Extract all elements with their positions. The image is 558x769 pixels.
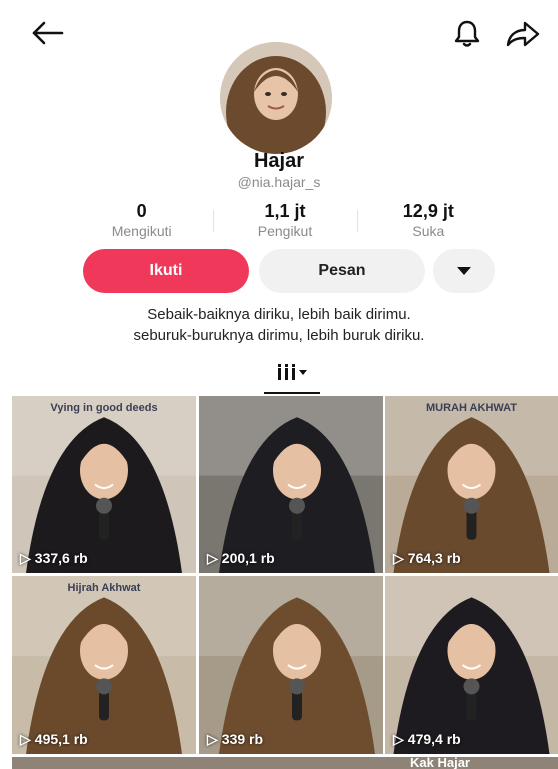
stat-value: 0 (136, 201, 147, 221)
view-count-text: 337,6 rb (34, 550, 88, 566)
video-thumbnail[interactable]: ▷ 339 rb (199, 576, 383, 754)
arrow-left-icon[interactable] (30, 18, 66, 48)
thumbnail-image (12, 396, 196, 573)
profile-name: Hajar (253, 150, 305, 172)
message-button[interactable]: Pesan (259, 249, 425, 293)
view-count: ▷ 337,6 rb (20, 550, 88, 567)
view-count-text: 764,3 rb (407, 550, 461, 566)
next-row-peek: Kak Hajar (12, 757, 558, 769)
stat-following[interactable]: 0 Mengikuti (70, 200, 213, 244)
thumbnail-scene-text: Vying in good deeds (50, 402, 158, 414)
video-thumbnail[interactable]: ▷ 200,1 rb (199, 396, 383, 573)
thumbnail-image (385, 396, 558, 573)
thumbnail-image (385, 576, 558, 754)
view-count: ▷ 339 rb (207, 731, 263, 748)
follow-button[interactable]: Ikuti (83, 249, 249, 293)
peek-text: Kak Hajar (410, 757, 470, 769)
stat-value: 1,1 jt (264, 201, 306, 221)
stat-followers[interactable]: 1,1 jt Pengikut (213, 200, 356, 244)
avatar[interactable] (220, 42, 332, 154)
play-icon: ▷ (393, 731, 404, 747)
stat-likes[interactable]: 12,9 jt Suka (356, 200, 500, 244)
view-count-text: 495,1 rb (34, 731, 88, 747)
profile-handle: @nia.hajar_s (237, 174, 321, 190)
bell-icon[interactable] (452, 18, 482, 48)
stats-row: 0 Mengikuti 1,1 jt Pengikut 12,9 jt Suka (70, 200, 500, 244)
stat-label: Mengikuti (111, 223, 172, 239)
bio-line: seburuk-buruknya dirimu, lebih buruk dir… (133, 327, 425, 344)
thumbnail-image (199, 576, 383, 754)
play-icon: ▷ (393, 550, 404, 566)
view-count: ▷ 764,3 rb (393, 550, 461, 567)
caret-down-icon (457, 267, 471, 275)
thumbnail-image (199, 396, 383, 573)
video-thumbnail[interactable]: ▷ 479,4 rb (385, 576, 558, 754)
grid-columns-icon[interactable] (268, 358, 318, 386)
content-tabs (0, 354, 558, 394)
stat-label: Suka (412, 223, 445, 239)
share-arrow-icon[interactable] (506, 20, 540, 48)
view-count-text: 479,4 rb (407, 731, 461, 747)
view-count-text: 200,1 rb (221, 550, 275, 566)
play-icon: ▷ (207, 731, 218, 747)
thumbnail-image (12, 576, 196, 754)
thumbnail-scene-text: MURAH AKHWAT (425, 402, 518, 414)
tab-underline (264, 392, 320, 394)
thumbnail-scene-text: Hijrah Akhwat (67, 582, 141, 594)
view-count-text: 339 rb (221, 731, 264, 747)
avatar-image (220, 42, 332, 154)
profile-bio: Sebaik-baiknya diriku, lebih baik dirimu… (0, 304, 558, 346)
video-thumbnail[interactable]: MURAH AKHWAT ▷ 764,3 rb (385, 396, 558, 573)
more-button[interactable] (433, 249, 495, 293)
play-icon: ▷ (20, 550, 31, 566)
video-thumbnail[interactable]: Hijrah Akhwat ▷ 495,1 rb (12, 576, 196, 754)
view-count: ▷ 200,1 rb (207, 550, 275, 567)
bio-line: Sebaik-baiknya diriku, lebih baik dirimu… (147, 306, 411, 323)
view-count: ▷ 479,4 rb (393, 731, 461, 748)
stat-value: 12,9 jt (402, 201, 454, 221)
stat-label: Pengikut (257, 223, 313, 239)
play-icon: ▷ (20, 731, 31, 747)
play-icon: ▷ (207, 550, 218, 566)
video-thumbnail[interactable]: Vying in good deeds ▷ 337,6 rb (12, 396, 196, 573)
view-count: ▷ 495,1 rb (20, 731, 88, 748)
